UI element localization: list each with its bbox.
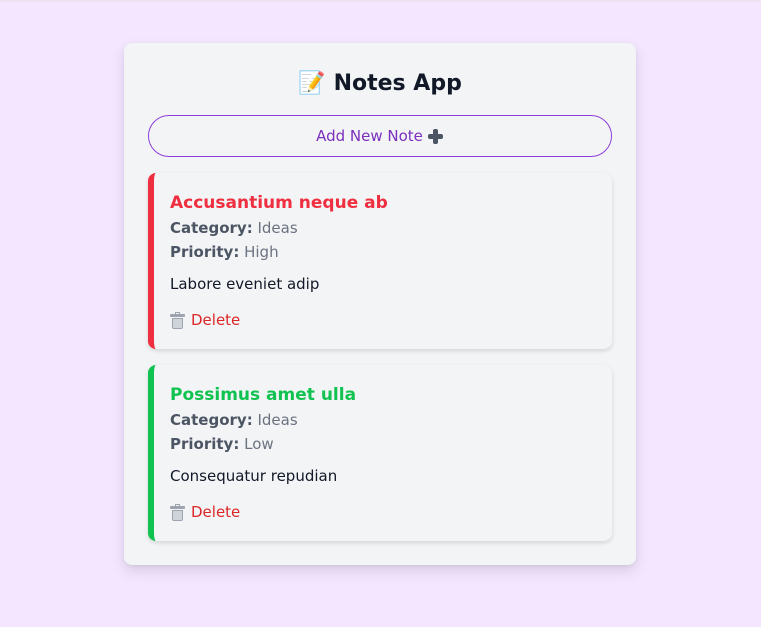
note-title: Possimus amet ulla <box>170 385 357 405</box>
note-priority: Priority: Low <box>170 435 274 453</box>
notes-app-card: 📝 Notes App Add New Note Accusantium neq… <box>124 43 636 565</box>
trash-icon <box>170 503 185 521</box>
note-category: Category: Ideas <box>170 411 298 429</box>
page-title-text: Notes App <box>333 70 462 96</box>
category-label: Category: <box>170 411 253 429</box>
delete-note-button[interactable]: Delete <box>170 311 240 329</box>
delete-label: Delete <box>191 311 241 329</box>
note-card: Possimus amet ulla Category: Ideas Prior… <box>148 365 612 541</box>
priority-value: Low <box>244 435 274 453</box>
priority-label: Priority: <box>170 243 240 261</box>
delete-label: Delete <box>191 503 241 521</box>
note-card: Accusantium neque ab Category: Ideas Pri… <box>148 173 612 349</box>
page-title: 📝 Notes App <box>124 67 636 99</box>
note-content: Labore eveniet adip <box>170 275 320 293</box>
priority-value: High <box>244 243 279 261</box>
note-priority: Priority: High <box>170 243 279 261</box>
note-title: Accusantium neque ab <box>170 193 388 213</box>
add-note-button-label: Add New Note <box>316 127 423 145</box>
add-note-button[interactable]: Add New Note <box>148 115 612 157</box>
top-divider <box>0 0 761 2</box>
plus-icon <box>427 128 444 145</box>
category-label: Category: <box>170 219 253 237</box>
priority-label: Priority: <box>170 435 240 453</box>
delete-note-button[interactable]: Delete <box>170 503 240 521</box>
category-value: Ideas <box>257 219 298 237</box>
note-category: Category: Ideas <box>170 219 298 237</box>
category-value: Ideas <box>257 411 298 429</box>
memo-icon: 📝 <box>298 70 326 96</box>
trash-icon <box>170 311 185 329</box>
note-content: Consequatur repudian <box>170 467 338 485</box>
